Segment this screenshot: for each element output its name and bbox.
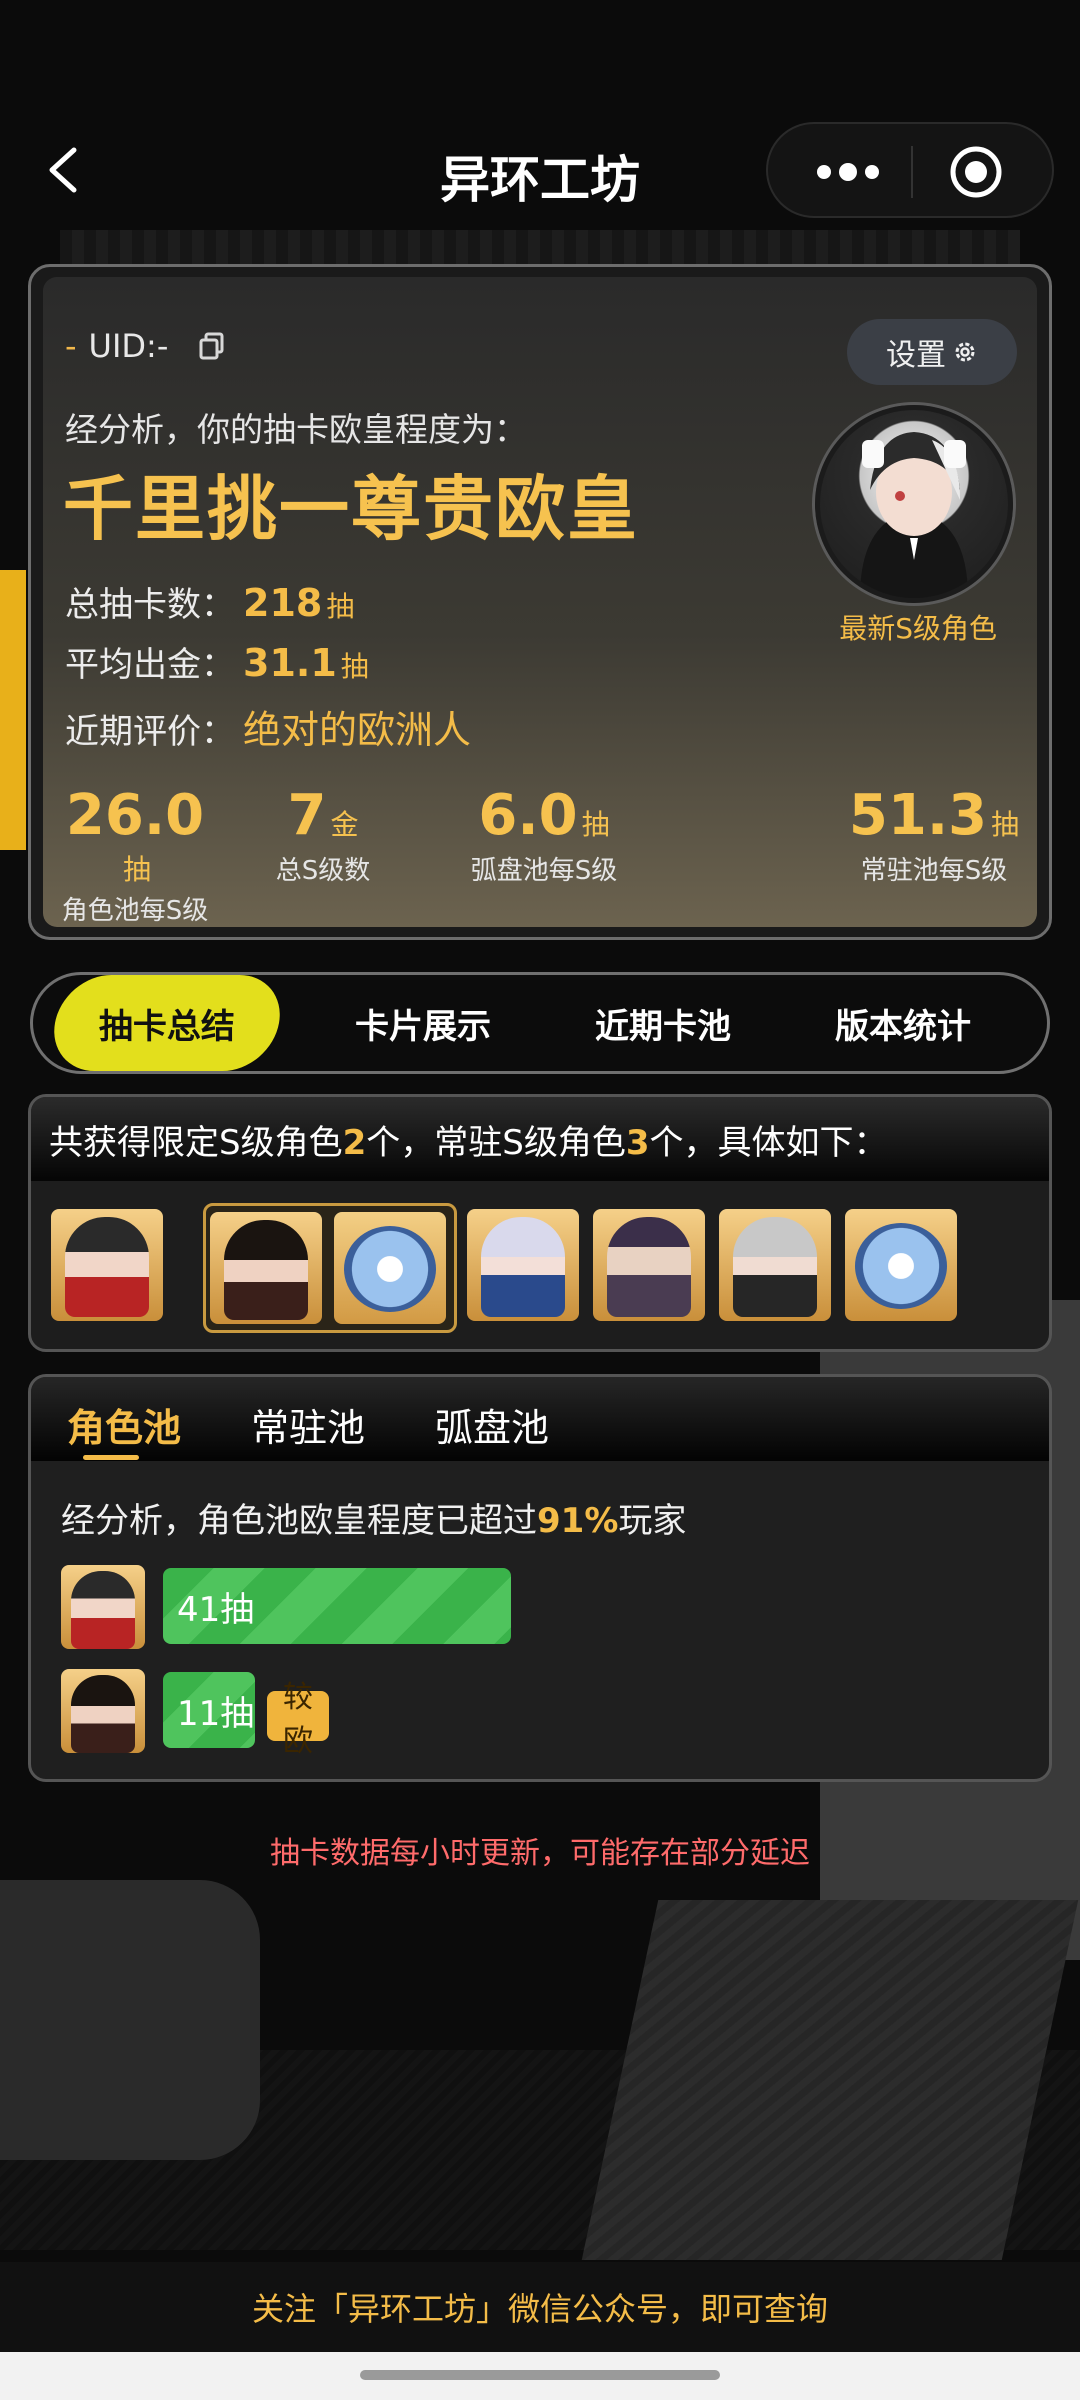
more-dots-icon[interactable] [808, 154, 888, 190]
average-pulls-unit: 抽 [340, 650, 369, 683]
tab-card-showcase[interactable]: 卡片展示 [323, 975, 523, 1071]
total-pulls-value: 218 [243, 581, 323, 625]
tab-label: 版本统计 [835, 1006, 971, 1047]
character-thumbnail[interactable] [210, 1212, 322, 1324]
metric-unit: 抽 [581, 808, 610, 841]
recent-rating-row: 近期评价： 绝对的欧洲人 [65, 699, 471, 754]
summary-text-3: 个，具体如下： [649, 1123, 888, 1163]
pool-tab-character[interactable]: 角色池 [67, 1397, 181, 1452]
metric-standard-pool: 51.3 抽 常驻池每S级 [829, 783, 1039, 887]
average-pulls-value: 31.1 [243, 641, 337, 685]
capsule-divider [911, 146, 913, 198]
average-pulls-label: 平均出金： [65, 645, 235, 685]
update-notice: 抽卡数据每小时更新，可能存在部分延迟 [270, 1836, 810, 1871]
miniprogram-capsule [766, 122, 1054, 218]
character-thumbnail[interactable] [467, 1209, 579, 1321]
metric-value: 51.3 [848, 783, 988, 848]
character-portrait-icon [860, 432, 968, 598]
profile-card: - UID:- 设置 经分析，你的抽卡欧皇程度为： 千里挑一尊贵欧皇 总抽卡数：… [28, 264, 1052, 940]
close-target-icon[interactable] [948, 144, 1004, 200]
character-avatar [61, 1669, 145, 1753]
tab-label: 抽卡总结 [99, 1006, 235, 1047]
footer-banner[interactable]: 关注「异环工坊」微信公众号，即可查询 [0, 2262, 1080, 2352]
total-pulls-row: 总抽卡数： 218 抽 [65, 577, 354, 626]
tab-label: 卡片展示 [355, 1006, 491, 1047]
gear-icon [955, 342, 975, 362]
metric-unit: 抽 [122, 853, 151, 886]
metric-unit: 抽 [991, 808, 1020, 841]
metric-character-pool: 26.0 抽 角色池每S级 [55, 783, 215, 927]
s-rank-summary-panel: 共获得限定S级角色2个，常驻S级角色3个，具体如下： [28, 1094, 1052, 1352]
summary-text-1: 共获得限定S级角色 [49, 1123, 343, 1163]
limited-count: 2 [342, 1123, 367, 1163]
background-shape-stripes [581, 1900, 1079, 2260]
app-header: 异环工坊 [0, 120, 1080, 220]
pull-count-bar: 11抽 [163, 1672, 255, 1748]
metric-unit: 金 [330, 808, 359, 841]
metric-total-s: 7金 总S级数 [243, 783, 403, 887]
latest-character-avatar[interactable] [815, 405, 1013, 603]
settings-button[interactable]: 设置 [847, 319, 1017, 385]
metric-label: 常驻池每S级 [860, 856, 1008, 886]
pool-stats-panel: 角色池 常驻池 弧盘池 经分析，角色池欧皇程度已超过91%玩家 41抽 11抽 … [28, 1374, 1052, 1782]
metrics-row: 26.0抽 角色池每S级 7金 总S级数 6.0 抽 弧盘池每S级 51.3 抽 常… [43, 783, 1039, 926]
character-thumbnail[interactable] [593, 1209, 705, 1321]
avatar-caption: 最新S级角色 [839, 612, 997, 645]
recent-rating-value: 绝对的欧洲人 [243, 708, 472, 752]
recent-rating-label: 近期评价： [65, 712, 235, 752]
standard-count: 3 [625, 1123, 650, 1163]
total-pulls-label: 总抽卡数： [65, 585, 235, 625]
luck-rank-title: 千里挑一尊贵欧皇 [63, 468, 639, 550]
metric-value: 7 [287, 783, 327, 848]
pull-count-bar: 41抽 [163, 1568, 511, 1644]
metric-disc-pool: 6.0 抽 弧盘池每S级 [439, 783, 649, 887]
tab-version-stats[interactable]: 版本统计 [803, 975, 1003, 1071]
copy-icon[interactable] [198, 332, 226, 360]
pool-tab-underline [83, 1455, 139, 1460]
limited-highlight-group [203, 1203, 457, 1333]
metric-label: 弧盘池每S级 [470, 856, 618, 886]
summary-header: 共获得限定S级角色2个，常驻S级角色3个，具体如下： [31, 1097, 1049, 1181]
metric-value: 6.0 [478, 783, 578, 848]
pool-tabs: 角色池 常驻池 弧盘池 [31, 1377, 1049, 1461]
main-tabs: 抽卡总结 卡片展示 近期卡池 版本统计 [30, 972, 1050, 1074]
uid-label: UID:- [88, 327, 169, 365]
luck-badge: 较欧 [267, 1680, 329, 1759]
metric-value: 26.0 [65, 783, 205, 848]
summary-text-2: 个，常驻S级角色 [366, 1123, 626, 1163]
average-pulls-row: 平均出金： 31.1 抽 [65, 637, 369, 686]
pool-analysis-1: 经分析，角色池欧皇程度已超过 [61, 1501, 537, 1541]
uid-row: - UID:- [65, 327, 226, 365]
tab-label: 近期卡池 [595, 1006, 731, 1047]
total-pulls-unit: 抽 [326, 590, 355, 623]
tab-pull-summary[interactable]: 抽卡总结 [46, 975, 288, 1071]
character-avatar [61, 1565, 145, 1649]
profile-card-inner: - UID:- 设置 经分析，你的抽卡欧皇程度为： 千里挑一尊贵欧皇 总抽卡数：… [43, 277, 1037, 927]
pool-percent: 91% [537, 1501, 619, 1541]
character-thumbnail[interactable] [719, 1209, 831, 1321]
metric-label: 角色池每S级 [61, 896, 209, 926]
pool-analysis-text: 经分析，角色池欧皇程度已超过91%玩家 [61, 1493, 686, 1542]
character-thumbnail[interactable] [51, 1209, 163, 1321]
home-indicator[interactable] [360, 2370, 720, 2380]
summary-title: 共获得限定S级角色2个，常驻S级角色3个，具体如下： [49, 1115, 888, 1164]
background-accent-stripe [0, 570, 26, 850]
system-home-area [0, 2352, 1080, 2400]
tab-recent-pools[interactable]: 近期卡池 [563, 975, 763, 1071]
pool-tab-standard[interactable]: 常驻池 [251, 1397, 365, 1452]
settings-label: 设置 [886, 338, 946, 373]
analysis-text: 经分析，你的抽卡欧皇程度为： [65, 410, 527, 449]
disc-thumbnail[interactable] [334, 1212, 446, 1324]
background-shape-left [0, 1880, 260, 2160]
pool-tab-disc[interactable]: 弧盘池 [435, 1397, 549, 1452]
uid-prefix: - [65, 327, 77, 365]
metric-label: 总S级数 [275, 856, 371, 886]
pool-analysis-2: 玩家 [618, 1501, 687, 1541]
disc-thumbnail[interactable] [845, 1209, 957, 1321]
